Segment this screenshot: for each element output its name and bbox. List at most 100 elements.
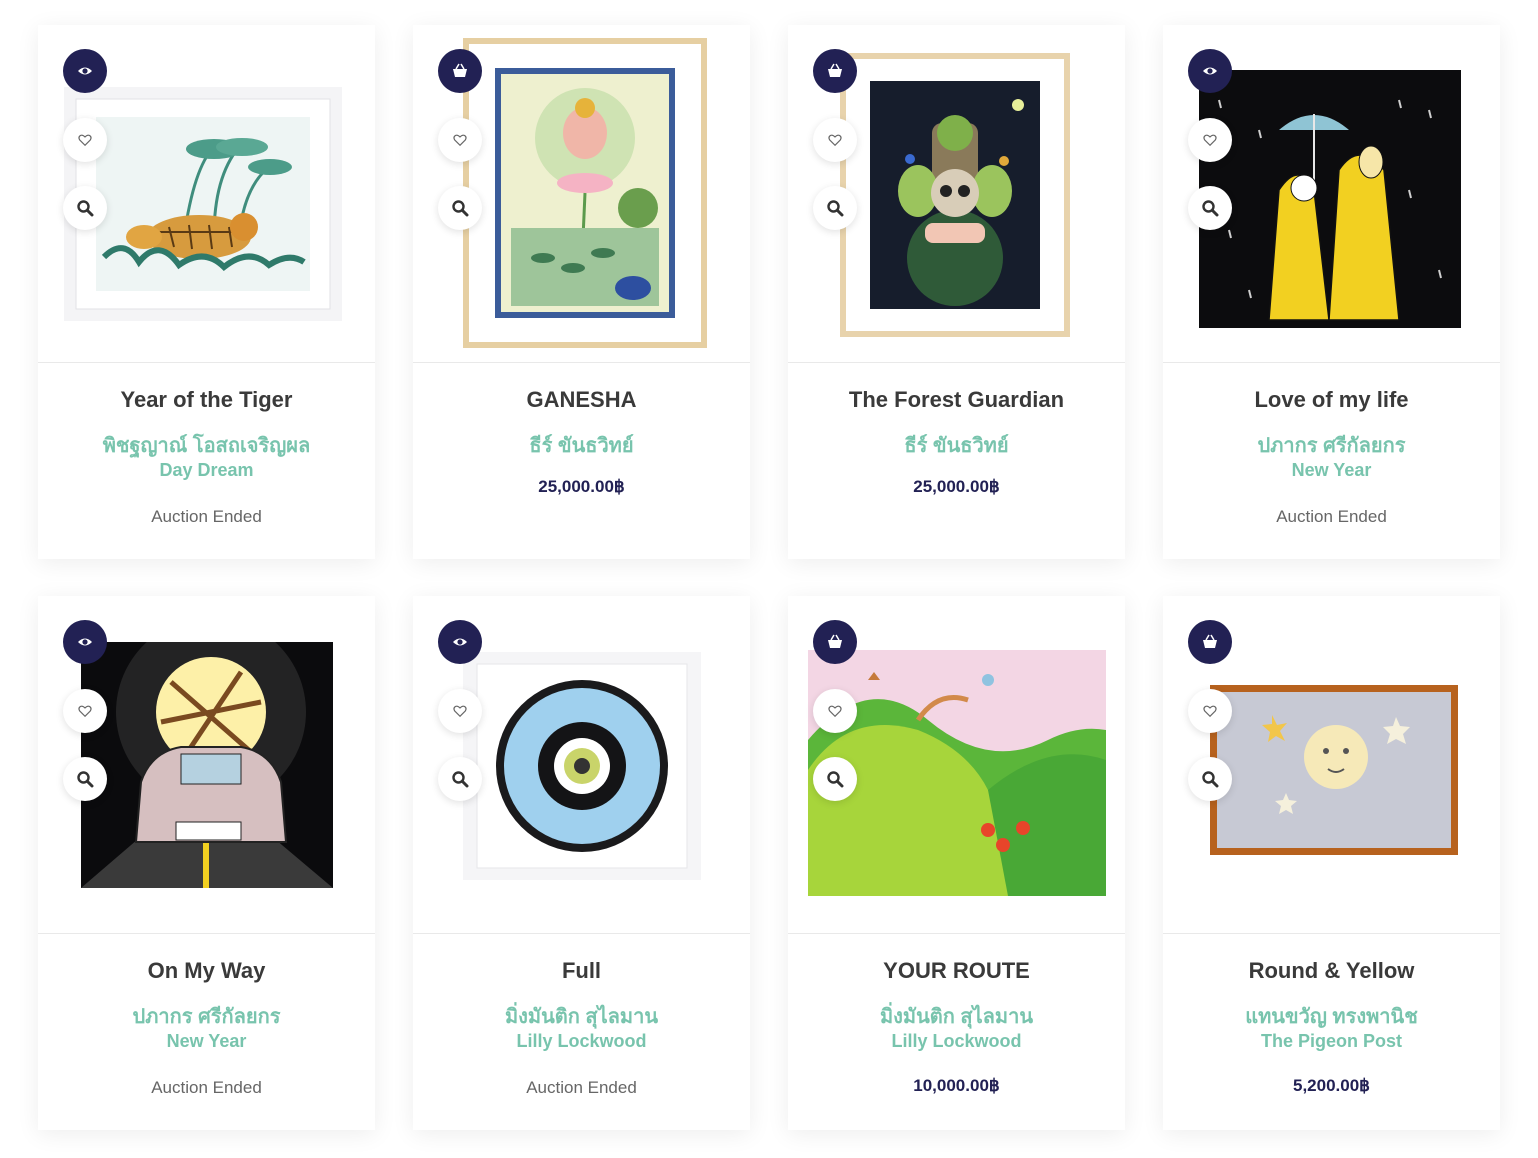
product-info: On My Way ปภากร ศรีกัลยกร New Year Aucti… [38, 934, 375, 1130]
product-title[interactable]: YOUR ROUTE [788, 958, 1125, 984]
heart-icon [78, 134, 92, 147]
artist-name[interactable]: แทนขวัญ ทรงพานิช [1163, 1000, 1500, 1032]
eye-icon [453, 638, 467, 646]
product-price: 5,200.00฿ [1293, 1076, 1370, 1095]
artist-name[interactable]: พิชฐญาณ์ โอสถเจริญผล [38, 429, 375, 461]
wishlist-button[interactable] [438, 689, 482, 733]
product-title[interactable]: Round & Yellow [1163, 958, 1500, 984]
product-info: YOUR ROUTE มิ่งมันติก สุไลมาน Lilly Lock… [788, 934, 1125, 1130]
wishlist-button[interactable] [63, 689, 107, 733]
heart-icon [828, 134, 842, 147]
product-info: Round & Yellow แทนขวัญ ทรงพานิช The Pige… [1163, 934, 1500, 1130]
product-card[interactable]: Love of my life ปภากร ศรีกัลยกร New Year… [1163, 25, 1500, 559]
product-title[interactable]: Full [413, 958, 750, 984]
zoom-button[interactable] [63, 186, 107, 230]
auction-status: Auction Ended [526, 1078, 637, 1097]
collection-name[interactable]: Lilly Lockwood [788, 1031, 1125, 1052]
magnifier-icon [77, 200, 94, 217]
product-card[interactable]: YOUR ROUTE มิ่งมันติก สุไลมาน Lilly Lock… [788, 596, 1125, 1130]
product-card[interactable]: Year of the Tiger พิชฐญาณ์ โอสถเจริญผล D… [38, 25, 375, 559]
quick-view-button[interactable] [438, 620, 482, 664]
zoom-button[interactable] [1188, 757, 1232, 801]
eye-icon [78, 67, 92, 75]
product-card[interactable]: The Forest Guardian ธีร์ ขันธวิทย์ 25,00… [788, 25, 1125, 559]
product-title[interactable]: Year of the Tiger [38, 387, 375, 413]
add-to-cart-button[interactable] [813, 620, 857, 664]
collection-name[interactable]: Lilly Lockwood [413, 1031, 750, 1052]
collection-name[interactable]: New Year [38, 1031, 375, 1052]
auction-status: Auction Ended [1276, 507, 1387, 526]
magnifier-icon [452, 771, 469, 788]
magnifier-icon [77, 771, 94, 788]
product-image-area[interactable] [1163, 25, 1500, 363]
quick-view-button[interactable] [63, 49, 107, 93]
product-title[interactable]: GANESHA [413, 387, 750, 413]
basket-icon [828, 63, 842, 77]
add-to-cart-button[interactable] [438, 49, 482, 93]
artwork-image[interactable] [463, 652, 701, 880]
product-title[interactable]: The Forest Guardian [788, 387, 1125, 413]
artist-name[interactable]: มิ่งมันติก สุไลมาน [413, 1000, 750, 1032]
collection-name[interactable]: Day Dream [38, 460, 375, 481]
auction-status: Auction Ended [151, 507, 262, 526]
artwork-image[interactable] [1210, 685, 1458, 855]
quick-view-button[interactable] [63, 620, 107, 664]
artist-name[interactable]: ธีร์ ขันธวิทย์ [413, 429, 750, 461]
product-info: GANESHA ธีร์ ขันธวิทย์ 25,000.00฿ [413, 363, 750, 559]
magnifier-icon [827, 771, 844, 788]
product-price: 25,000.00฿ [913, 477, 1000, 496]
product-image-area[interactable] [413, 25, 750, 363]
basket-icon [828, 634, 842, 648]
collection-name[interactable]: New Year [1163, 460, 1500, 481]
wishlist-button[interactable] [813, 689, 857, 733]
artist-name[interactable]: ธีร์ ขันธวิทย์ [788, 429, 1125, 461]
heart-icon [453, 134, 467, 147]
wishlist-button[interactable] [1188, 689, 1232, 733]
product-card[interactable]: Round & Yellow แทนขวัญ ทรงพานิช The Pige… [1163, 596, 1500, 1130]
zoom-button[interactable] [813, 757, 857, 801]
magnifier-icon [1202, 771, 1219, 788]
basket-icon [453, 63, 467, 77]
wishlist-button[interactable] [63, 118, 107, 162]
product-info: The Forest Guardian ธีร์ ขันธวิทย์ 25,00… [788, 363, 1125, 559]
add-to-cart-button[interactable] [1188, 620, 1232, 664]
quick-view-button[interactable] [1188, 49, 1232, 93]
magnifier-icon [1202, 200, 1219, 217]
product-info: Full มิ่งมันติก สุไลมาน Lilly Lockwood A… [413, 934, 750, 1130]
artwork-image[interactable] [1199, 70, 1461, 328]
add-to-cart-button[interactable] [813, 49, 857, 93]
zoom-button[interactable] [813, 186, 857, 230]
zoom-button[interactable] [438, 186, 482, 230]
artwork-image[interactable] [81, 642, 333, 888]
wishlist-button[interactable] [813, 118, 857, 162]
artwork-image[interactable] [463, 38, 707, 348]
zoom-button[interactable] [438, 757, 482, 801]
basket-icon [1203, 634, 1217, 648]
product-price: 25,000.00฿ [538, 477, 625, 496]
collection-name[interactable]: The Pigeon Post [1163, 1031, 1500, 1052]
product-image-area[interactable] [788, 596, 1125, 934]
product-image-area[interactable] [788, 25, 1125, 363]
product-title[interactable]: On My Way [38, 958, 375, 984]
zoom-button[interactable] [63, 757, 107, 801]
artist-name[interactable]: มิ่งมันติก สุไลมาน [788, 1000, 1125, 1032]
zoom-button[interactable] [1188, 186, 1232, 230]
artist-name[interactable]: ปภากร ศรีกัลยกร [1163, 429, 1500, 461]
product-info: Year of the Tiger พิชฐญาณ์ โอสถเจริญผล D… [38, 363, 375, 559]
product-image-area[interactable] [38, 25, 375, 363]
product-image-area[interactable] [38, 596, 375, 934]
product-image-area[interactable] [1163, 596, 1500, 934]
eye-icon [1203, 67, 1217, 75]
product-title[interactable]: Love of my life [1163, 387, 1500, 413]
magnifier-icon [827, 200, 844, 217]
wishlist-button[interactable] [438, 118, 482, 162]
product-price: 10,000.00฿ [913, 1076, 1000, 1095]
heart-icon [1203, 134, 1217, 147]
product-card[interactable]: On My Way ปภากร ศรีกัลยกร New Year Aucti… [38, 596, 375, 1130]
product-card[interactable]: Full มิ่งมันติก สุไลมาน Lilly Lockwood A… [413, 596, 750, 1130]
product-card[interactable]: GANESHA ธีร์ ขันธวิทย์ 25,000.00฿ [413, 25, 750, 559]
product-image-area[interactable] [413, 596, 750, 934]
artwork-image[interactable] [840, 53, 1070, 337]
artist-name[interactable]: ปภากร ศรีกัลยกร [38, 1000, 375, 1032]
wishlist-button[interactable] [1188, 118, 1232, 162]
